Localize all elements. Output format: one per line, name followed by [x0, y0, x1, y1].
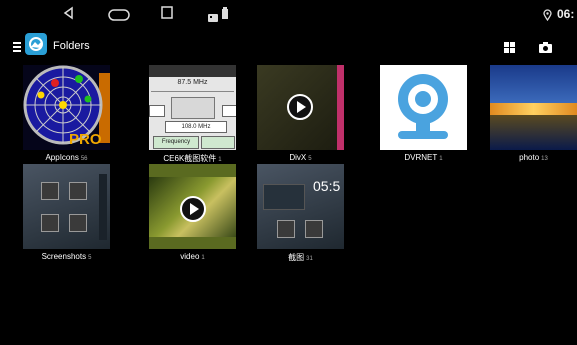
folder-name: Screenshots — [41, 252, 87, 261]
folder-thumbnail — [257, 65, 344, 150]
pro-label: PRO — [69, 131, 102, 148]
folder-count: 5 — [88, 255, 92, 261]
folder-thumbnail — [380, 65, 467, 150]
folder-name: DVRNET — [404, 153, 438, 162]
status-bar: 06: — [0, 0, 577, 30]
folder-name: video — [180, 252, 200, 261]
folder-thumbnail — [149, 164, 236, 249]
folder-caption: AppIcons 56 — [3, 153, 130, 162]
radio-frequency-button: Frequency — [153, 136, 199, 149]
hamburger-menu-icon[interactable] — [13, 39, 21, 57]
folder-tile-jietu[interactable]: 05:5 截图 31 — [257, 164, 344, 262]
folder-count: 56 — [80, 156, 88, 162]
empty-grid-area — [0, 270, 577, 345]
battery-icon — [222, 6, 228, 24]
folder-caption: 截图 31 — [237, 252, 364, 263]
folder-name: DivX — [289, 153, 307, 162]
grid-view-icon[interactable] — [504, 40, 515, 58]
folder-name: photo — [519, 153, 540, 162]
folder-tile-ce6k[interactable]: 87.5 MHz 108.0 MHz Frequency CE6K截图软件 1 — [149, 65, 236, 163]
play-icon — [287, 94, 313, 120]
location-icon — [543, 8, 552, 26]
folder-name: 截图 — [288, 253, 305, 262]
folder-count: 5 — [308, 156, 312, 162]
status-time: 06: — [557, 7, 575, 21]
folder-caption: photo 13 — [470, 153, 577, 162]
folder-name: CE6K截图软件 — [163, 154, 217, 163]
folder-thumbnail: PRO — [23, 65, 110, 150]
folder-thumbnail — [23, 164, 110, 249]
notification-icon — [208, 9, 218, 27]
back-triangle-icon[interactable] — [62, 6, 76, 25]
folder-caption: DivX 5 — [237, 153, 364, 162]
folder-count: 1 — [201, 255, 205, 261]
camera-icon[interactable] — [539, 40, 552, 58]
clock-text: 05:5 — [313, 178, 341, 194]
folder-count: 1 — [439, 156, 443, 162]
folder-tile-photo[interactable]: photo 13 — [490, 65, 577, 162]
recents-square-icon[interactable] — [161, 6, 173, 24]
webcam-icon — [380, 65, 467, 150]
folder-tile-screenshots[interactable]: Screenshots 5 — [23, 164, 110, 261]
folder-tile-dvrnet[interactable]: DVRNET 1 — [380, 65, 467, 162]
folder-thumbnail: 05:5 — [257, 164, 344, 249]
folder-count: 1 — [218, 157, 222, 163]
radio-frequency-text: 87.5 MHz — [177, 79, 208, 86]
gallery-app-icon[interactable] — [25, 33, 47, 60]
folder-thumbnail — [490, 65, 577, 150]
folder-name: AppIcons — [45, 153, 79, 162]
folder-thumbnail: 87.5 MHz 108.0 MHz Frequency — [149, 65, 236, 150]
folder-caption: DVRNET 1 — [360, 153, 487, 162]
radio-frequency-field: 108.0 MHz — [165, 121, 227, 133]
home-pill-icon[interactable] — [108, 8, 130, 26]
folder-count: 13 — [541, 156, 548, 162]
folder-count: 31 — [306, 256, 313, 262]
folder-tile-appicons[interactable]: PRO AppIcons 56 — [23, 65, 110, 162]
folder-tile-video[interactable]: video 1 — [149, 164, 236, 261]
folder-tile-divx[interactable]: DivX 5 — [257, 65, 344, 162]
page-title: Folders — [53, 40, 90, 52]
play-icon — [180, 196, 206, 222]
folder-caption: Screenshots 5 — [3, 252, 130, 261]
